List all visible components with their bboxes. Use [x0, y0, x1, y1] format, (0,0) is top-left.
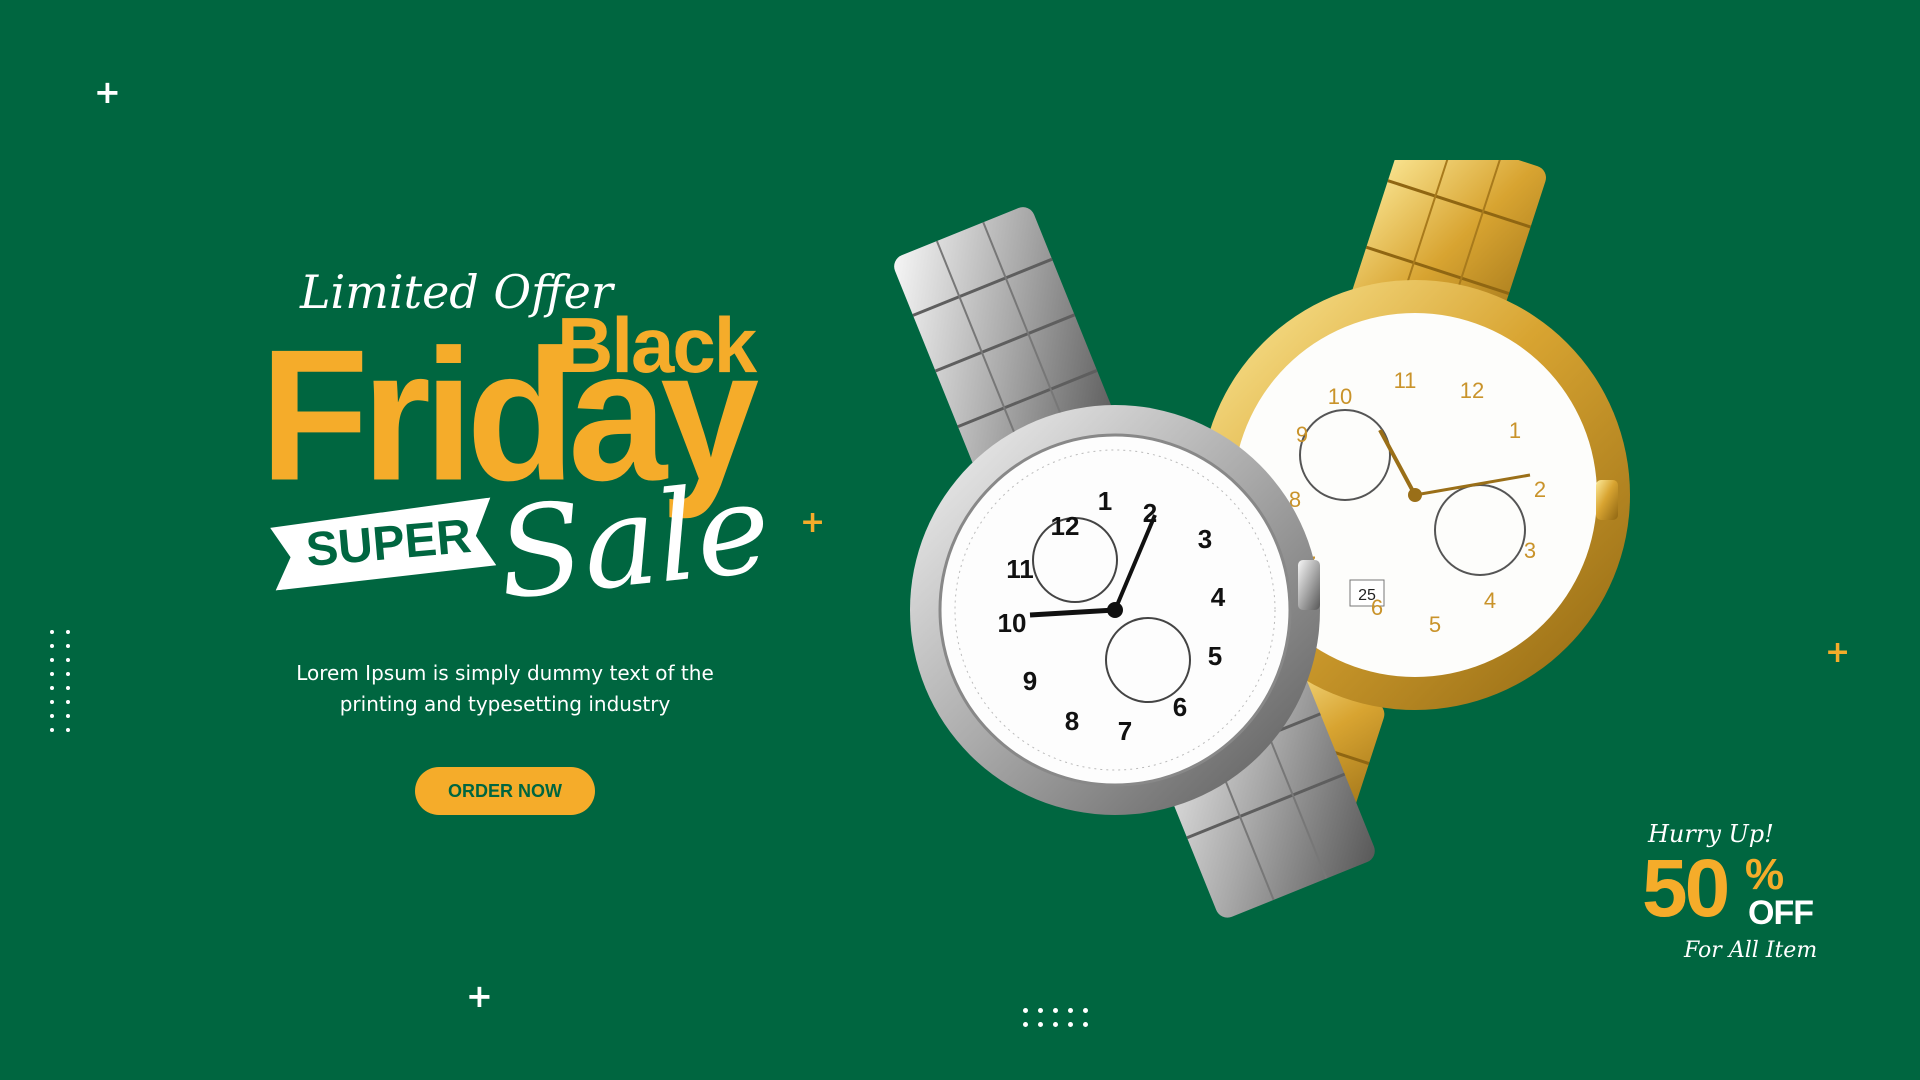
dial-numeral: 9 — [1296, 422, 1308, 447]
dial-numeral: 9 — [1023, 666, 1037, 696]
dial-numeral: 6 — [1371, 595, 1383, 620]
watches-image: 25 12 1 2 3 4 5 6 7 8 9 10 11 — [894, 160, 1630, 918]
dial-numeral: 12 — [1051, 511, 1080, 541]
for-all-item-text: For All Item — [1684, 938, 1818, 963]
dial-numeral: 5 — [1429, 612, 1441, 637]
plus-decoration: + — [800, 505, 826, 540]
discount-badge: Hurry Up! 50 % OFF For All Item — [1640, 820, 1820, 970]
plus-decoration: + — [466, 977, 493, 1015]
order-now-button[interactable]: ORDER NOW — [415, 767, 595, 815]
sale-headline: Limited Offer Black Friday SUPER Sale — [260, 250, 777, 630]
dial-numeral: 3 — [1198, 524, 1212, 554]
dot-grid-decoration — [1023, 1008, 1098, 1027]
description-text: Lorem Ipsum is simply dummy text of the … — [296, 661, 714, 716]
percent-sign: % — [1745, 850, 1785, 899]
dial-numeral: 1 — [1098, 486, 1112, 516]
plus-decoration: + — [1825, 635, 1851, 670]
dot-grid-decoration — [50, 630, 76, 732]
dial-numeral: 7 — [1118, 716, 1132, 746]
dial-numeral: 1 — [1509, 418, 1521, 443]
plus-decoration: + — [94, 73, 121, 111]
discount-number: 50 — [1642, 843, 1730, 934]
dial-numeral: 4 — [1211, 582, 1226, 612]
dial-numeral: 6 — [1173, 692, 1187, 722]
dial-numeral: 8 — [1065, 706, 1079, 736]
dial-numeral: 4 — [1484, 588, 1496, 613]
dial-numeral: 11 — [1006, 554, 1034, 584]
dial-numeral: 3 — [1524, 538, 1536, 563]
dial-numeral: 12 — [1460, 378, 1484, 403]
dial-numeral: 10 — [1328, 384, 1352, 409]
dial-numeral: 10 — [998, 608, 1027, 638]
dial-numeral: 11 — [1394, 368, 1417, 393]
dial-numeral: 5 — [1208, 641, 1222, 671]
off-text: OFF — [1748, 894, 1814, 932]
sale-text: Sale — [491, 456, 777, 628]
dial-numeral: 2 — [1534, 477, 1546, 502]
